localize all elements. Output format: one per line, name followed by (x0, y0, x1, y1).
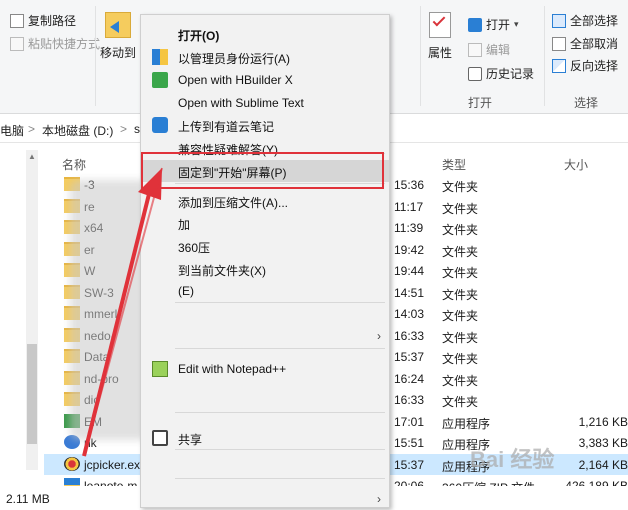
arrow-line-shadow (83, 167, 163, 457)
annotation-arrow (82, 167, 163, 457)
watermark: Bai 经验 (470, 447, 555, 472)
